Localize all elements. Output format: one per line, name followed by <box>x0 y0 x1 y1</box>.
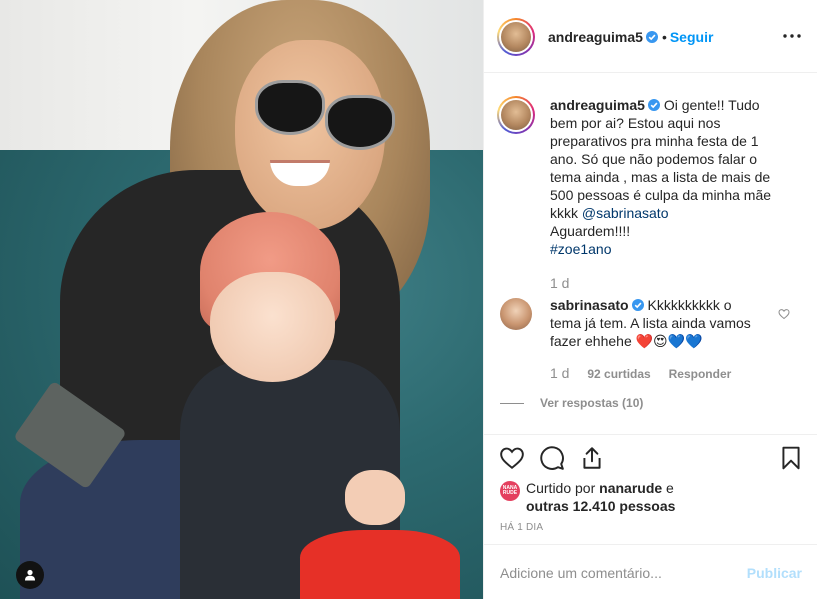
caption-username[interactable]: andreaguima5 <box>550 97 645 113</box>
likes-text: Curtido por nanarude e outras 12.410 pes… <box>526 479 796 515</box>
liker-avatar[interactable]: NANA RUDE <box>500 481 520 501</box>
caption-line: preparativos pra minha festa de 1 <box>550 133 759 149</box>
comment-input[interactable]: Adicione um comentário... <box>500 565 662 581</box>
follow-button[interactable]: Seguir <box>670 29 714 45</box>
likes-count-button[interactable]: outras 12.410 pessoas <box>526 498 675 514</box>
comment-text: sabrinasato Kkkkkkkkkk o tema já tem. A … <box>500 296 780 412</box>
photo-sunglasses-left <box>255 80 325 135</box>
tagged-users-button[interactable] <box>16 561 44 589</box>
instagram-post-modal: andreaguima5 • Seguir andreaguima5 Oi gent… <box>0 0 817 599</box>
publish-button[interactable]: Publicar <box>747 565 802 581</box>
caption-age[interactable]: 1 d <box>550 274 790 292</box>
view-replies-row[interactable]: Ver respostas (10) <box>500 393 780 412</box>
view-replies-button[interactable]: Ver respostas (10) <box>540 396 643 410</box>
likes-prefix: Curtido por <box>526 480 600 496</box>
post-side-panel: andreaguima5 • Seguir andreaguima5 Oi gent… <box>483 0 817 599</box>
comment-emoji: ❤️😍💙💙 <box>635 333 703 349</box>
mention-link[interactable]: @sabrinasato <box>582 205 669 221</box>
replies-line <box>500 402 524 404</box>
caption-line: bem por ai? Estou aqui nos <box>550 115 721 131</box>
comment-likes[interactable]: 92 curtidas <box>587 367 650 381</box>
commenter-avatar[interactable] <box>500 298 532 330</box>
comment-age[interactable]: 1 d <box>550 365 569 381</box>
comments-list[interactable]: andreaguima5 Oi gente!! Tudo bem por ai?… <box>484 74 817 434</box>
liker-badge-text: NANA RUDE <box>502 485 518 496</box>
more-options-icon[interactable] <box>782 28 802 44</box>
photo-baby-shoe <box>300 530 460 599</box>
comment-composer: Adicione um comentário... Publicar <box>484 544 817 599</box>
comment-line: tema já tem. A lista ainda vamos <box>550 315 751 331</box>
header-author-line: andreaguima5 • Seguir <box>548 29 713 45</box>
verified-badge-icon <box>645 31 658 43</box>
user-icon <box>25 569 35 581</box>
verified-badge-icon <box>647 99 660 111</box>
share-icon[interactable] <box>579 445 605 471</box>
caption-line: 500 pessoas é culpa da minha mãe <box>550 187 772 203</box>
caption-author-avatar[interactable] <box>497 96 535 134</box>
likes-middle: e <box>662 480 674 496</box>
hashtag-link[interactable]: #zoe1ano <box>550 241 612 257</box>
caption-line: tema ainda , mas a lista de mais de <box>550 169 771 185</box>
like-heart-icon[interactable] <box>499 445 525 471</box>
comment-username[interactable]: sabrinasato <box>550 297 629 313</box>
caption-line: Oi gente!! Tudo <box>663 97 760 113</box>
bookmark-icon[interactable] <box>778 445 804 471</box>
author-avatar[interactable] <box>497 18 535 56</box>
caption-text: andreaguima5 Oi gente!! Tudo bem por ai?… <box>550 96 790 292</box>
verified-badge-icon <box>631 299 644 311</box>
comment-bubble-icon[interactable] <box>539 445 565 471</box>
comment-line: Kkkkkkkkkk o <box>647 297 732 313</box>
post-timestamp[interactable]: HÁ 1 DIA <box>500 522 543 533</box>
post-photo[interactable] <box>0 0 483 599</box>
caption-line: kkkk <box>550 205 578 221</box>
comment-meta: 1 d 92 curtidas Responder <box>550 364 780 383</box>
avatar-image <box>501 100 531 130</box>
avatar-image <box>501 22 531 52</box>
reply-button[interactable]: Responder <box>669 367 732 381</box>
comment-like-heart-icon[interactable] <box>778 308 790 320</box>
caption-line: Aguardem!!!! <box>550 223 631 239</box>
header-username[interactable]: andreaguima5 <box>548 29 643 45</box>
post-header: andreaguima5 • Seguir <box>484 0 817 73</box>
comment-line: fazer ehhehe <box>550 333 632 349</box>
caption-line: ano. Só que não podemos falar o <box>550 151 758 167</box>
photo-baby-face <box>210 272 335 382</box>
photo-baby-hand <box>345 470 405 525</box>
liker-username[interactable]: nanarude <box>599 480 662 496</box>
photo-sunglasses-right <box>325 95 395 150</box>
separator-dot: • <box>661 29 667 45</box>
